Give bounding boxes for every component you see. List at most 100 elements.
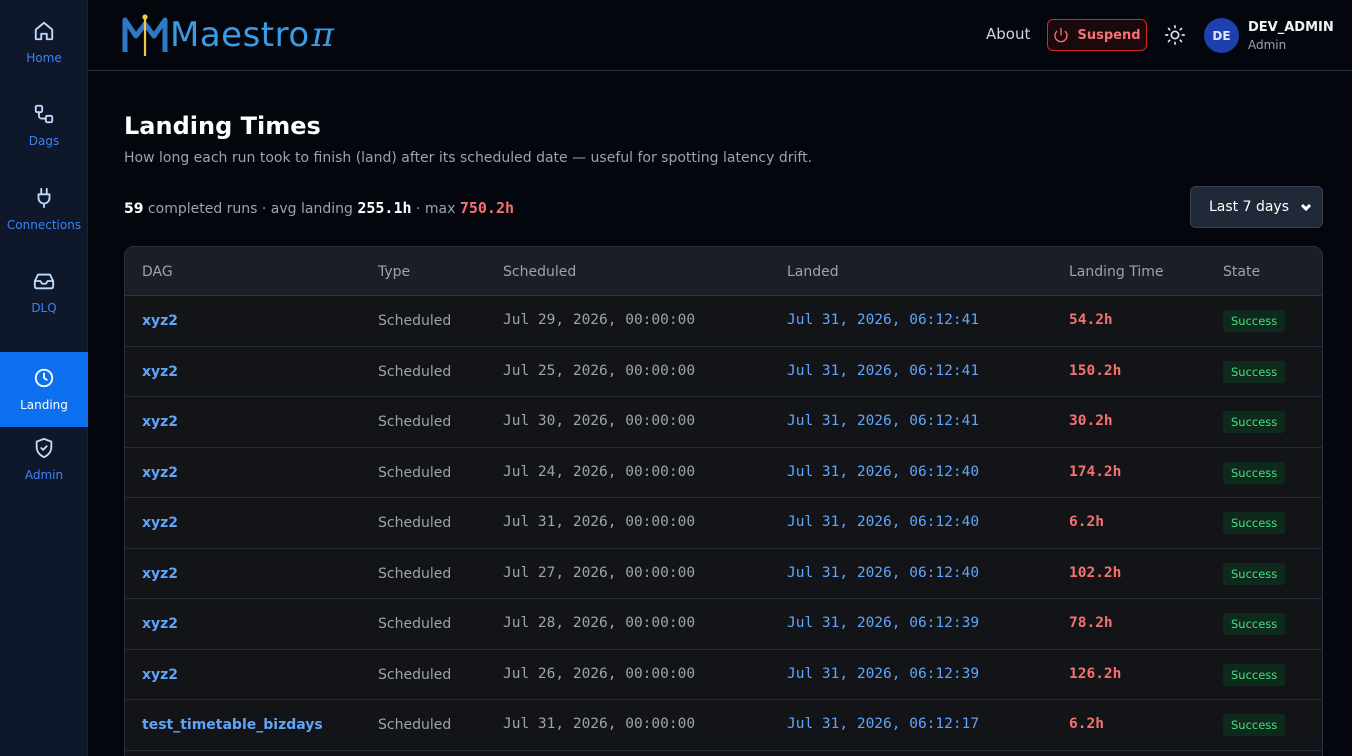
user-name: DEV_ADMIN bbox=[1248, 20, 1334, 35]
about-link[interactable]: About bbox=[986, 25, 1030, 43]
sidebar-item-label: Connections bbox=[6, 218, 82, 232]
landing-table: DAG Type Scheduled Landed Landing Time S… bbox=[124, 246, 1323, 756]
landing-time: 102.2h bbox=[1069, 564, 1122, 581]
table-row[interactable]: test_timetable_bizdays Scheduled Jul 31,… bbox=[125, 700, 1322, 751]
max-landing: 750.2h bbox=[459, 199, 515, 217]
table-row[interactable]: xyz2 Scheduled Jul 25, 2026, 00:00:00 Ju… bbox=[125, 346, 1322, 397]
table-row[interactable]: xyz2 Scheduled Jul 30, 2026, 00:00:00 Ju… bbox=[125, 397, 1322, 448]
sidebar-item-home[interactable]: Home bbox=[0, 5, 88, 80]
column-header-dag[interactable]: DAG bbox=[142, 264, 173, 280]
landing-time: 30.2h bbox=[1069, 413, 1113, 429]
sidebar-item-label: Home bbox=[26, 51, 62, 65]
status-badge: Success bbox=[1223, 613, 1286, 635]
scheduled-date: Jul 27, 2026, 00:00:00 bbox=[503, 564, 696, 581]
dag-link[interactable]: test_timetable_bizdays bbox=[142, 717, 323, 733]
scheduled-date: Jul 25, 2026, 00:00:00 bbox=[503, 362, 696, 379]
sidebar-item-admin[interactable]: Admin bbox=[0, 422, 88, 497]
table-row[interactable]: xyz2 Scheduled Jul 29, 2026, 00:00:00 Ju… bbox=[125, 296, 1322, 347]
sidebar-item-landing[interactable]: Landing bbox=[0, 352, 88, 427]
table-row[interactable]: xyz2 Scheduled Jul 24, 2026, 00:00:00 Ju… bbox=[125, 447, 1322, 498]
run-type: Scheduled bbox=[378, 363, 452, 380]
scheduled-date: Jul 28, 2026, 00:00:00 bbox=[503, 615, 696, 631]
summary-stats: 59 completed runs · avg landing 255.1h ·… bbox=[124, 199, 514, 217]
sun-icon bbox=[1165, 25, 1185, 45]
landed-date: Jul 31, 2026, 06:12:41 bbox=[787, 362, 980, 379]
table-row[interactable]: xyz2 Scheduled Jul 27, 2026, 00:00:00 Ju… bbox=[125, 548, 1322, 599]
sidebar-item-label: DLQ bbox=[31, 301, 57, 315]
power-icon bbox=[1054, 27, 1069, 43]
sidebar-item-label: Dags bbox=[28, 134, 60, 148]
table-row[interactable]: xyz2 Scheduled Jul 26, 2026, 00:00:00 Ju… bbox=[125, 649, 1322, 700]
landing-time: 54.2h bbox=[1069, 312, 1113, 328]
landed-date: Jul 31, 2026, 06:12:39 bbox=[787, 615, 980, 631]
landing-time: 150.2h bbox=[1069, 362, 1122, 379]
landed-date: Jul 31, 2026, 06:12:40 bbox=[787, 463, 980, 480]
time-range-select[interactable]: Last 7 days bbox=[1190, 186, 1323, 228]
dag-link[interactable]: xyz2 bbox=[142, 313, 178, 329]
dag-link[interactable]: xyz2 bbox=[142, 364, 178, 380]
completed-count: 59 bbox=[124, 201, 144, 217]
avatar[interactable]: DE bbox=[1204, 18, 1239, 53]
status-badge: Success bbox=[1223, 461, 1286, 484]
shield-check-icon bbox=[35, 437, 53, 459]
sidebar-item-dags[interactable]: Dags bbox=[0, 88, 88, 163]
column-header-landed[interactable]: Landed bbox=[787, 264, 839, 280]
theme-toggle[interactable] bbox=[1164, 24, 1186, 46]
top-header: Maestro π About Suspend DE DEV_ADMIN Adm… bbox=[88, 0, 1352, 71]
landed-date: Jul 31, 2026, 06:12:17 bbox=[787, 716, 980, 732]
landing-time: 126.2h bbox=[1069, 665, 1122, 682]
scheduled-date: Jul 24, 2026, 00:00:00 bbox=[503, 463, 696, 480]
sidebar-item-dlq[interactable]: DLQ bbox=[0, 255, 88, 330]
app-root: Home Dags Connections DLQ Landing Admin bbox=[0, 0, 1352, 756]
landed-date: Jul 31, 2026, 06:12:40 bbox=[787, 514, 980, 530]
summary-text: completed runs · avg landing bbox=[143, 201, 358, 217]
sidebar-item-label: Admin bbox=[24, 468, 64, 482]
column-header-type[interactable]: Type bbox=[378, 264, 410, 280]
dag-link[interactable]: xyz2 bbox=[142, 667, 178, 683]
workflow-icon bbox=[34, 104, 54, 124]
landed-date: Jul 31, 2026, 06:12:39 bbox=[787, 665, 980, 682]
table-row[interactable]: xyz2 Scheduled Jul 31, 2026, 00:00:00 Ju… bbox=[125, 498, 1322, 549]
user-role: Admin bbox=[1248, 38, 1287, 52]
run-type: Scheduled bbox=[378, 464, 452, 481]
page-subtitle: How long each run took to finish (land) … bbox=[124, 150, 813, 166]
column-header-state[interactable]: State bbox=[1223, 264, 1260, 280]
suspend-button[interactable]: Suspend bbox=[1047, 19, 1147, 51]
status-badge: Success bbox=[1223, 310, 1286, 332]
run-type: Scheduled bbox=[378, 515, 452, 531]
landed-date: Jul 31, 2026, 06:12:41 bbox=[787, 312, 980, 328]
clock-icon bbox=[34, 368, 54, 388]
page-title: Landing Times bbox=[124, 112, 321, 140]
column-header-scheduled[interactable]: Scheduled bbox=[503, 264, 576, 280]
column-header-landing-time[interactable]: Landing Time bbox=[1069, 264, 1164, 280]
run-type: Scheduled bbox=[378, 414, 452, 430]
logo-pi: π bbox=[311, 15, 335, 55]
inbox-icon bbox=[33, 273, 55, 290]
table-header: DAG Type Scheduled Landed Landing Time S… bbox=[125, 247, 1322, 296]
landing-time: 174.2h bbox=[1069, 463, 1122, 480]
sidebar: Home Dags Connections DLQ Landing Admin bbox=[0, 0, 88, 756]
sidebar-item-connections[interactable]: Connections bbox=[0, 172, 88, 247]
dag-link[interactable]: xyz2 bbox=[142, 414, 178, 430]
scheduled-date: Jul 30, 2026, 00:00:00 bbox=[503, 413, 696, 429]
dag-link[interactable]: xyz2 bbox=[142, 566, 178, 582]
app-logo[interactable]: Maestro π bbox=[122, 12, 334, 58]
table-row[interactable]: xyz2 Scheduled Jul 28, 2026, 00:00:00 Ju… bbox=[125, 599, 1322, 650]
dag-link[interactable]: xyz2 bbox=[142, 515, 178, 531]
status-badge: Success bbox=[1223, 411, 1286, 433]
landed-date: Jul 31, 2026, 06:12:41 bbox=[787, 413, 980, 429]
status-badge: Success bbox=[1223, 562, 1286, 585]
status-badge: Success bbox=[1223, 360, 1286, 383]
dag-link[interactable]: xyz2 bbox=[142, 616, 178, 632]
run-type: Scheduled bbox=[378, 313, 452, 329]
logo-text: Maestro bbox=[170, 15, 310, 55]
scheduled-date: Jul 29, 2026, 00:00:00 bbox=[503, 312, 696, 328]
chevron-down-icon bbox=[1300, 201, 1312, 213]
maestro-logo-icon bbox=[122, 14, 168, 56]
dag-link[interactable]: xyz2 bbox=[142, 465, 178, 481]
plug-icon bbox=[37, 187, 51, 209]
scheduled-date: Jul 31, 2026, 00:00:00 bbox=[503, 514, 696, 530]
scheduled-date: Jul 26, 2026, 00:00:00 bbox=[503, 665, 696, 682]
landed-date: Jul 31, 2026, 06:12:40 bbox=[787, 564, 980, 581]
status-badge: Success bbox=[1223, 512, 1286, 534]
